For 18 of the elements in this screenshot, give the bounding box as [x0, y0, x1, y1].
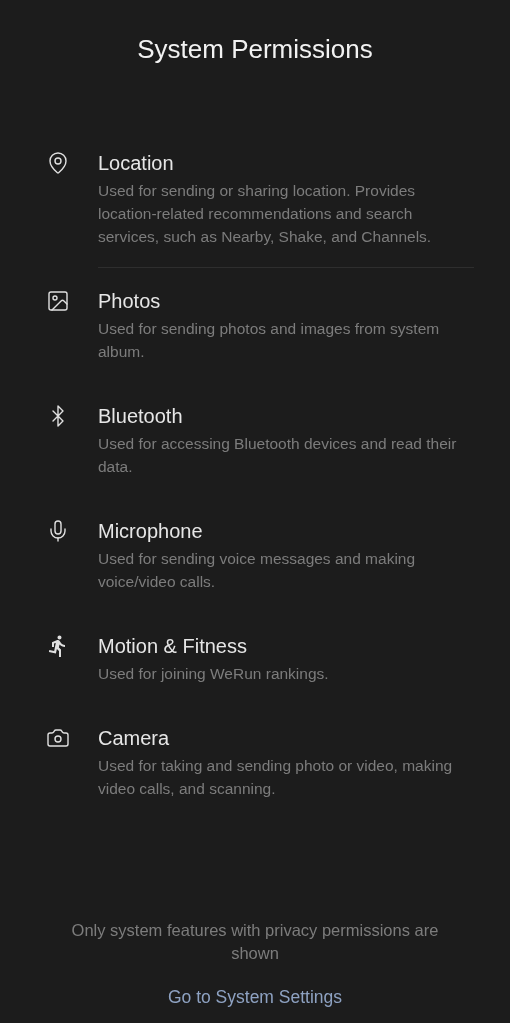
permission-name: Location	[98, 151, 175, 176]
permission-description: Used for taking and sending photo or video, making video calls, and scanning.	[98, 756, 454, 799]
permission-name: Camera	[98, 726, 171, 751]
permission-name: Photos	[98, 289, 162, 314]
permission-name: Microphone	[98, 519, 204, 544]
camera-icon	[46, 726, 70, 750]
permission-description: Used for joining WeRun rankings.	[98, 664, 330, 684]
footer-note: Only system features with privacy permissions are shown	[70, 920, 440, 964]
permission-description: Used for sending photos and images from system album.	[98, 319, 441, 362]
permission-description: Used for sending voice messages and making voice/video calls.	[98, 549, 417, 592]
permission-description: Used for sending or sharing location. Provides location-related recommendations and search services, such as Nearby, Shake, and Channels.	[98, 181, 433, 247]
page-title: System Permissions	[136, 34, 374, 65]
system-settings-link[interactable]: Go to System Settings	[167, 985, 343, 1009]
image-icon	[46, 289, 70, 313]
permission-description: Used for accessing Bluetooth devices and read their data.	[98, 434, 458, 477]
permission-name: Motion & Fitness	[98, 634, 248, 659]
location-pin-icon	[46, 151, 70, 175]
permission-name: Bluetooth	[98, 404, 184, 429]
